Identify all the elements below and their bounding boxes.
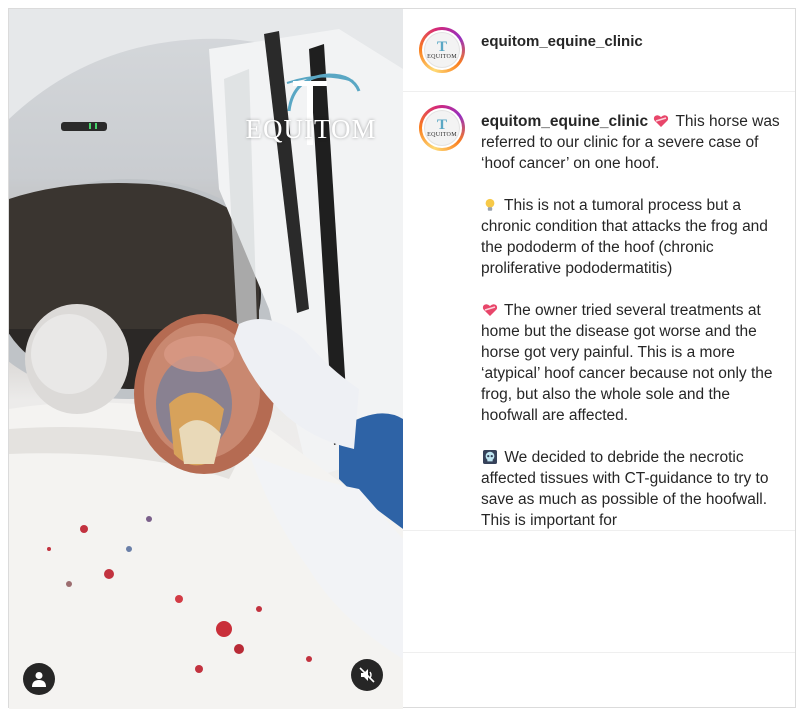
light-bulb-icon (485, 198, 495, 211)
avatar-logo-letter: T (436, 38, 447, 55)
avatar-logo-word: EQUITOM (427, 131, 457, 138)
avatar-logo-letter: T (436, 116, 447, 133)
caption-paragraph-3: The owner tried several treatments at ho… (481, 302, 773, 424)
logo-wordmark: EQUITOM (245, 114, 377, 144)
audio-toggle-button[interactable] (351, 659, 383, 691)
caption-paragraph-4: We decided to debride the necrotic affec… (481, 449, 769, 529)
comments-section[interactable]: T EQUITOM equitom_equine_clinic This hor… (403, 93, 795, 531)
post-actions-area (403, 531, 795, 653)
caption-paragraph-2: This is not a tumoral process but a chro… (481, 197, 768, 277)
post-caption: equitom_equine_clinic This horse was ref… (481, 111, 781, 530)
skull-icon (483, 450, 497, 464)
avatar-logo-word: EQUITOM (427, 53, 457, 60)
author-avatar[interactable]: T EQUITOM (419, 27, 465, 73)
speaker-muted-icon (359, 667, 375, 683)
post-details-panel: T EQUITOM equitom_equine_clinic T EQUITO… (403, 9, 795, 709)
tagged-users-button[interactable] (23, 663, 55, 695)
author-username[interactable]: equitom_equine_clinic (481, 33, 643, 50)
person-icon (32, 672, 46, 687)
caption-author-avatar[interactable]: T EQUITOM (419, 105, 465, 151)
heart-with-ribbon-icon (654, 115, 669, 127)
clinic-logo: EQUITOM (241, 69, 381, 149)
post-card: EQUITOM T EQUITOM equitom_equine_clinic … (8, 8, 796, 709)
post-video[interactable]: EQUITOM (9, 9, 403, 709)
post-header: T EQUITOM equitom_equine_clinic (403, 9, 795, 92)
heart-with-ribbon-icon (482, 304, 498, 316)
caption-username[interactable]: equitom_equine_clinic (481, 113, 648, 130)
